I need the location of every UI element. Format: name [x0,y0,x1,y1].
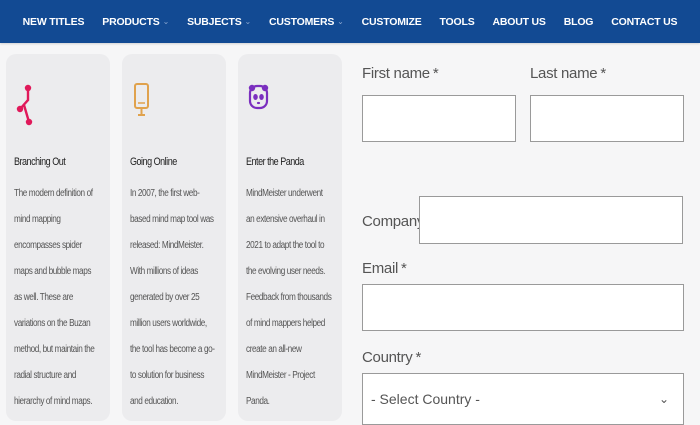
required-mark: * [600,65,606,82]
card-title: Branching Out [14,156,66,168]
nav-customers[interactable]: CUSTOMERS ⌄ [260,16,353,28]
branch-icon [16,82,103,130]
nav-tools-label: TOOLS [439,15,475,28]
required-mark: * [432,65,439,82]
nav-tools[interactable]: TOOLS [431,16,484,28]
nav-contact-us-label: CONTACT US [611,15,678,28]
nav-about-us-label: ABOUT US [492,15,546,28]
required-mark: * [401,260,407,277]
nav-blog-label: BLOG [563,15,594,28]
chevron-down-icon: ⌄ [162,17,170,26]
country-select[interactable]: - Select Country - ⌄ [362,373,684,425]
nav-products-label: PRODUCTS [102,15,160,28]
history-card-branching-out: Branching Out The modern definition of m… [6,54,110,421]
company-row: Company* [362,196,684,244]
panda-icon [248,82,335,130]
nav-subjects[interactable]: SUBJECTS ⌄ [178,16,260,28]
last-name-field[interactable] [530,95,684,142]
country-label: Country * [362,349,421,366]
card-title: Going Online [130,156,177,168]
country-label-text: Country [362,349,413,366]
email-label-text: Email [362,260,399,277]
history-card-going-online: Going Online In 2007, the first web-base… [122,54,226,421]
last-name-label-text: Last name [530,65,598,82]
nav-customers-label: CUSTOMERS [269,15,335,28]
required-mark: * [415,349,421,366]
card-body: The modern definition of mind mapping en… [14,188,95,407]
chevron-down-icon: ⌄ [658,392,669,406]
nav-contact-us[interactable]: CONTACT US [602,16,686,28]
nav-customize-label: CUSTOMIZE [361,15,422,28]
nav-products[interactable]: PRODUCTS ⌄ [93,16,178,28]
tablet-icon [132,82,219,130]
card-title: Enter the Panda [246,156,304,168]
history-card-enter-the-panda: Enter the Panda MindMeister underwent an… [238,54,342,421]
chevron-down-icon: ⌄ [244,17,252,26]
company-field[interactable] [419,196,683,244]
chevron-down-icon: ⌄ [337,17,344,26]
main-content: Branching Out The modern definition of m… [0,43,700,425]
email-field[interactable] [362,284,684,331]
company-label-text: Company [362,213,425,230]
country-selected-value: - Select Country - [371,391,480,407]
email-label: Email * [362,260,407,277]
card-body: MindMeister underwent an extensive overh… [246,188,332,407]
first-name-field[interactable] [362,95,516,142]
first-name-label: First name * [362,65,439,82]
top-navigation-bar: NEW TITLES PRODUCTS ⌄ SUBJECTS ⌄ CUSTOMERS… [0,0,700,43]
first-name-label-text: First name [362,65,430,82]
card-body: In 2007, the first web-based mind map to… [130,188,215,407]
nav-blog[interactable]: BLOG [555,16,603,28]
last-name-label: Last name * [530,65,606,82]
nav-customize[interactable]: CUSTOMIZE [353,16,431,28]
nav-subjects-label: SUBJECTS [187,15,242,28]
nav-new-titles[interactable]: NEW TITLES [14,16,94,28]
nav-new-titles-label: NEW TITLES [22,15,85,28]
nav-about-us[interactable]: ABOUT US [484,16,555,28]
